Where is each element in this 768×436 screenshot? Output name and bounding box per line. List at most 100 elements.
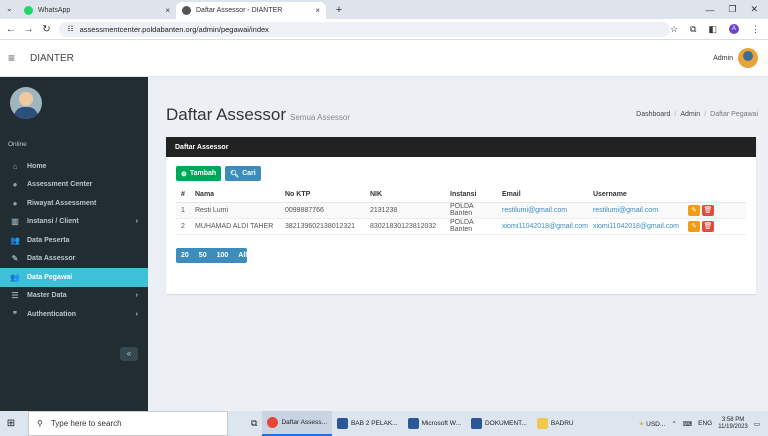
maximize-icon[interactable]: ❐: [728, 4, 736, 15]
sidebar-item-authentication[interactable]: ❞ Authentication ›: [0, 305, 148, 324]
page-size-100[interactable]: 100: [212, 248, 234, 263]
sidebar-collapse-button[interactable]: «: [120, 347, 138, 361]
cell-email[interactable]: xiomi11042018@gmail.com: [497, 218, 588, 235]
sidebar-item-assessment-center[interactable]: ● Assessment Center: [0, 176, 148, 195]
tab-list-chevron-icon[interactable]: ⌄: [6, 4, 13, 13]
taskbar-app-label: Daftar Assess...: [281, 419, 327, 426]
new-tab-icon[interactable]: +: [332, 3, 346, 17]
column-header: NIK: [365, 187, 445, 203]
cell-username[interactable]: xiomi11042018@gmail.com: [587, 218, 688, 235]
forward-icon[interactable]: →: [22, 24, 36, 35]
window-controls: — ❐ ✕: [705, 0, 768, 19]
tab-close-icon[interactable]: ×: [165, 6, 170, 15]
cell-email[interactable]: restilumi@gmail.com: [497, 202, 588, 219]
word-icon: [336, 418, 348, 429]
url-input[interactable]: ☷ assessmentcenter.poldabanten.org/admin…: [59, 21, 670, 37]
clock[interactable]: 3:58 PM 11/19/2023: [718, 417, 748, 431]
sidebar-item-data-peserta[interactable]: 👥 Data Peserta: [0, 231, 148, 250]
sidebar-item-data-pegawai[interactable]: 👥 Data Pegawai: [0, 268, 148, 287]
box-title: Daftar Assessor: [166, 137, 756, 157]
sidebar-item-data-assessor[interactable]: ✎ Data Assessor: [0, 250, 148, 269]
taskbar-search[interactable]: ⚲ Type here to search: [28, 411, 228, 436]
tab-daftar-assessor[interactable]: Daftar Assessor - DIANTER ×: [176, 2, 326, 19]
assessor-box: Daftar Assessor ⊕ Tambah 🔍︎ Cari # Nama No…: [166, 137, 756, 294]
close-window-icon[interactable]: ✕: [750, 4, 758, 15]
cell-no: 1: [176, 202, 190, 219]
search-button-label: Cari: [242, 170, 256, 177]
sidebar: Online ⌂ Home ● Assessment Center ● Riwayat…: [0, 77, 148, 411]
user-avatar: [10, 87, 42, 119]
bookmark-star-icon[interactable]: ☆: [670, 24, 678, 35]
user-menu[interactable]: Admin: [713, 48, 768, 68]
avatar: [738, 48, 758, 68]
users-icon: 👥: [10, 272, 20, 282]
taskbar-app-word-1[interactable]: BAB 2 PELAK...: [332, 411, 403, 436]
minimize-icon[interactable]: —: [705, 5, 714, 15]
quote-icon: ❞: [12, 309, 18, 319]
column-header: [687, 187, 746, 203]
page-size-50[interactable]: 50: [194, 248, 212, 263]
sidepanel-icon[interactable]: ◧: [708, 24, 717, 35]
sidebar-item-home[interactable]: ⌂ Home: [0, 157, 148, 176]
page-title: Daftar Assessor Semua Assessor: [166, 105, 350, 125]
reload-icon[interactable]: ↻: [40, 24, 54, 35]
weather-widget[interactable]: ☀ USD...: [639, 420, 666, 428]
sidebar-item-riwayat-assessment[interactable]: ● Riwayat Assessment: [0, 194, 148, 213]
address-bar: ← → ↻ ☷ assessmentcenter.poldabanten.org…: [0, 19, 768, 40]
taskbar-app-label: DOKUMENT...: [484, 420, 527, 427]
more-menu-icon[interactable]: ⋮: [751, 24, 760, 35]
chevron-right-icon: ›: [135, 292, 138, 300]
table-row: 1 Resti Lumi 0099887766 2131238 POLDA Ba…: [176, 202, 746, 219]
database-icon: ☰: [11, 291, 19, 301]
cell-username[interactable]: restilumi@gmail.com: [587, 202, 688, 219]
windows-start-icon[interactable]: ⊞: [0, 418, 22, 429]
profile-avatar[interactable]: A: [729, 24, 739, 34]
search-icon: 🔍︎: [230, 170, 240, 178]
add-button[interactable]: ⊕ Tambah: [176, 166, 222, 181]
cell-actions: ✎ 🗑︎: [687, 218, 746, 235]
site-info-icon[interactable]: ☷: [67, 25, 73, 33]
tray-chevron-icon[interactable]: ⌃: [671, 420, 676, 428]
user-panel: Online: [0, 77, 148, 157]
notification-icon[interactable]: ▭: [754, 420, 760, 428]
edit-icon[interactable]: ✎: [687, 204, 700, 216]
page-size-20[interactable]: 20: [176, 248, 194, 263]
column-header: #: [176, 187, 190, 203]
sidebar-item-master-data[interactable]: ☰ Master Data ›: [0, 287, 148, 306]
sidebar-item-label: Riwayat Assessment: [27, 199, 97, 207]
sidebar-item-label: Data Peserta: [27, 236, 70, 244]
back-icon[interactable]: ←: [4, 24, 18, 35]
extensions-icon[interactable]: ⧉: [690, 24, 696, 35]
tab-close-icon[interactable]: ×: [315, 6, 320, 15]
browser-tab-bar: ⌄ WhatsApp × Daftar Assessor - DIANTER ×…: [0, 0, 768, 19]
column-header: No KTP: [280, 187, 365, 203]
taskbar-app-word-2[interactable]: Microsoft W...: [403, 411, 466, 436]
word-icon: [407, 418, 419, 429]
plus-circle-icon: ⊕: [181, 170, 187, 178]
page-size-all[interactable]: All: [233, 248, 252, 263]
trash-icon[interactable]: 🗑︎: [701, 220, 714, 232]
page-size-selector: 20 50 100 All: [176, 247, 247, 263]
trash-icon[interactable]: 🗑︎: [701, 204, 714, 216]
folder-icon: [536, 418, 548, 429]
app-brand[interactable]: DIANTER: [30, 53, 74, 64]
search-button[interactable]: 🔍︎ Cari: [225, 166, 261, 181]
online-status: Online: [8, 141, 27, 148]
circle-icon: ●: [12, 180, 18, 190]
task-view-icon[interactable]: ⧉: [246, 411, 262, 436]
hamburger-menu-icon[interactable]: ≡: [8, 51, 22, 65]
tab-whatsapp[interactable]: WhatsApp ×: [18, 2, 176, 19]
taskbar-app-word-3[interactable]: DOKUMENT...: [466, 411, 532, 436]
language-indicator[interactable]: ENG: [698, 420, 712, 427]
box-toolbar: ⊕ Tambah 🔍︎ Cari: [176, 166, 756, 181]
page-subtitle: Semua Assessor: [290, 113, 351, 122]
taskbar-app-label: BAB 2 PELAK...: [350, 420, 398, 427]
breadcrumb-dashboard[interactable]: Dashboard: [636, 111, 670, 118]
main-content: Daftar Assessor Semua Assessor Dashboard /…: [148, 77, 768, 411]
breadcrumb-admin[interactable]: Admin: [680, 111, 700, 118]
keyboard-icon[interactable]: ⌨: [683, 420, 692, 428]
taskbar-app-explorer[interactable]: BADRU: [532, 411, 579, 436]
taskbar-app-chrome[interactable]: Daftar Assess...: [262, 411, 332, 436]
edit-icon[interactable]: ✎: [687, 220, 700, 232]
sidebar-item-instansi[interactable]: ▥ Instansi / Client ›: [0, 213, 148, 232]
